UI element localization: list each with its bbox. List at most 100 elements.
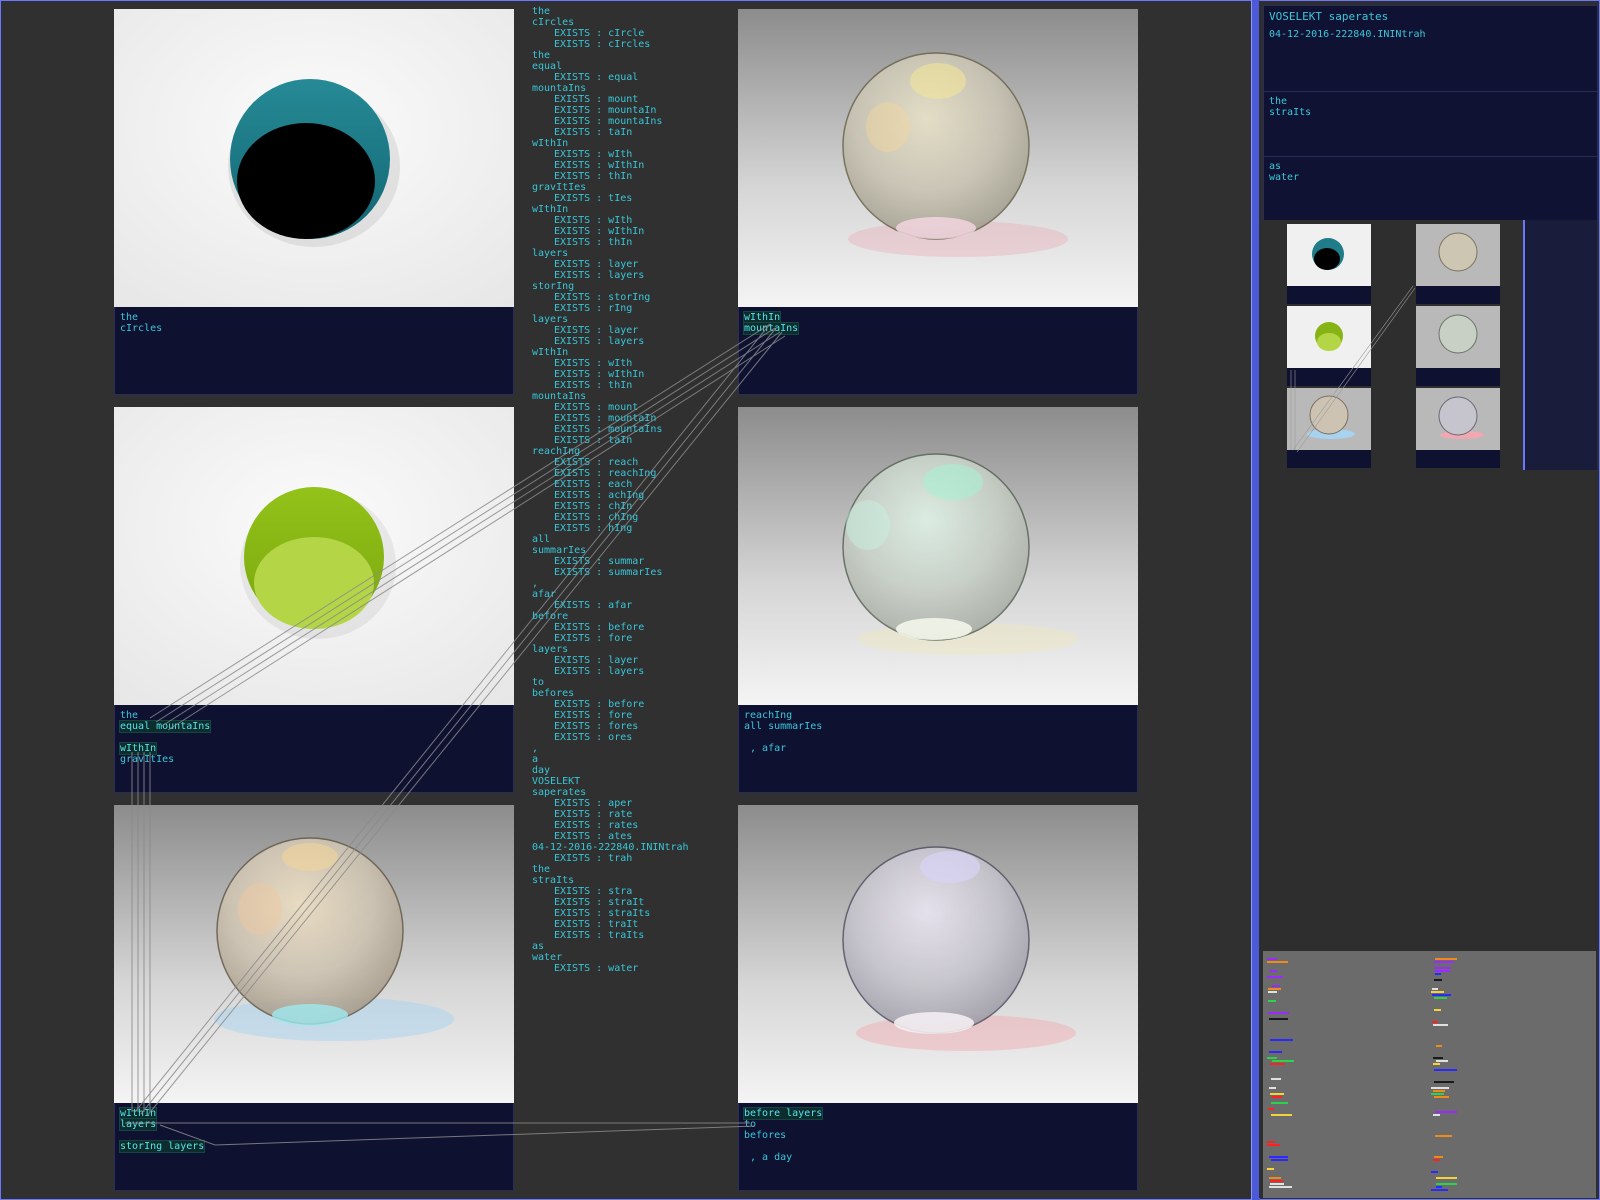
- caption-line: the: [120, 710, 139, 721]
- exists-entry: EXISTS : trah: [554, 853, 633, 864]
- caption-line: gravItIes: [120, 754, 175, 765]
- image-tile-6[interactable]: before layers to befores , a day: [738, 805, 1138, 1191]
- exists-entry: EXISTS : hIng: [554, 523, 633, 534]
- layer-stripe: [1269, 1051, 1282, 1053]
- layer-stripe: [1433, 1159, 1440, 1161]
- exists-entry: EXISTS : taIn: [554, 435, 633, 446]
- word-entry: mountaIns: [532, 391, 587, 402]
- info-line: straIts: [1269, 107, 1312, 118]
- word-entry: straIts: [532, 875, 575, 886]
- exists-entry: EXISTS : traIts: [554, 930, 645, 941]
- layer-stripe: [1436, 1183, 1457, 1185]
- image-tile-3[interactable]: the equal mountaIns wIthIn gravItIes: [114, 407, 514, 793]
- image-tile-4[interactable]: reachIng all summarIes , afar: [738, 407, 1138, 793]
- info-header-box: VOSELEKT saperates 04-12-2016-222840.INI…: [1263, 5, 1598, 92]
- word-entry: the: [532, 864, 551, 875]
- word-entry: storIng: [532, 281, 575, 292]
- layer-stripe: [1431, 1093, 1444, 1095]
- caption-line: wIthIn: [118, 1107, 158, 1120]
- info-title: VOSELEKT saperates: [1269, 10, 1389, 23]
- caption-line: before layers: [742, 1107, 824, 1120]
- exists-entry: EXISTS : wIthIn: [554, 369, 645, 380]
- exists-entry: EXISTS : equal: [554, 72, 639, 83]
- layer-stripe: [1433, 1063, 1440, 1065]
- layer-stripe: [1435, 1111, 1457, 1113]
- word-entry: equal: [532, 61, 563, 72]
- layer-stripe: [1269, 1087, 1276, 1089]
- exists-entry: EXISTS : reach: [554, 457, 639, 468]
- exists-entry: EXISTS : straIts: [554, 908, 651, 919]
- layer-stripe: [1434, 967, 1451, 969]
- word-entry: day: [532, 765, 551, 776]
- tile-caption: wIthIn layers storIng layers: [114, 1103, 514, 1191]
- tile-caption: before layers to befores , a day: [738, 1103, 1138, 1191]
- layer-stripe: [1434, 1081, 1454, 1083]
- image-tile-2[interactable]: wIthIn mountaIns: [738, 9, 1138, 395]
- layer-stripe: [1267, 961, 1288, 963]
- layer-stripe: [1271, 1159, 1288, 1161]
- caption-line: reachIng: [744, 710, 793, 721]
- word-entry: saperates: [532, 787, 587, 798]
- layer-stripe: [1434, 1069, 1457, 1071]
- caption-line: to: [744, 1119, 757, 1130]
- info-block-2: the straIts: [1263, 91, 1598, 157]
- layer-stripe: [1433, 1057, 1443, 1059]
- layer-stripe: [1267, 976, 1283, 978]
- word-entry: VOSELEKT: [532, 776, 581, 787]
- caption-line: layers: [118, 1118, 158, 1131]
- exists-entry: EXISTS : wIthIn: [554, 160, 645, 171]
- layer-stripe: [1433, 1090, 1445, 1092]
- layer-stripe: [1267, 958, 1277, 960]
- exists-entry: EXISTS : mountaIns: [554, 424, 663, 435]
- layer-stripe: [1434, 1156, 1443, 1158]
- word-entry: 04-12-2016-222840.ININtrah: [532, 842, 689, 853]
- layer-stripe: [1432, 1021, 1438, 1023]
- exists-entry: EXISTS : fores: [554, 721, 639, 732]
- word-entry: cIrcles: [532, 17, 575, 28]
- exists-entry: EXISTS : afar: [554, 600, 633, 611]
- image-tile-5[interactable]: wIthIn layers storIng layers: [114, 805, 514, 1191]
- layer-stripe: [1272, 1096, 1282, 1098]
- info-block-3: as water: [1263, 156, 1598, 222]
- exists-entry: EXISTS : water: [554, 963, 639, 974]
- glass-sphere-image: [114, 805, 514, 1103]
- layer-stripe: [1434, 1009, 1441, 1011]
- word-entry: ,: [532, 743, 539, 754]
- tile-caption: the equal mountaIns wIthIn gravItIes: [114, 705, 514, 793]
- tile-caption: reachIng all summarIes , afar: [738, 705, 1138, 793]
- exists-entry: EXISTS : thIn: [554, 380, 633, 391]
- info-filename: 04-12-2016-222840.ININtrah: [1269, 29, 1426, 40]
- layer-stripe: [1267, 1057, 1277, 1059]
- layer-stripe: [1267, 1168, 1274, 1170]
- layer-stripe: [1435, 1135, 1452, 1137]
- exists-entry: EXISTS : rate: [554, 809, 633, 820]
- layer-stripe: [1268, 991, 1277, 993]
- word-entry: summarIes: [532, 545, 587, 556]
- exists-entry: EXISTS : aper: [554, 798, 633, 809]
- layer-stripe: [1431, 1171, 1438, 1173]
- layer-stripe: [1269, 1186, 1292, 1188]
- caption-line: mountaIns: [742, 322, 800, 335]
- exists-entry: EXISTS : rIng: [554, 303, 633, 314]
- exists-entry: EXISTS : layers: [554, 666, 645, 677]
- layer-stripe: [1269, 1018, 1288, 1020]
- layer-stripe: [1432, 988, 1438, 990]
- layer-stripe: [1268, 1000, 1276, 1002]
- word-entry: before: [532, 611, 569, 622]
- tile-caption: wIthIn mountaIns: [738, 307, 1138, 395]
- layer-stripe: [1267, 1144, 1280, 1146]
- exists-entry: EXISTS : taIn: [554, 127, 633, 138]
- exists-entry: EXISTS : tIes: [554, 193, 633, 204]
- exists-entry: EXISTS : traIt: [554, 919, 639, 930]
- layer-stripe: [1272, 1060, 1294, 1062]
- layer-stripe: [1431, 991, 1444, 993]
- exists-entry: EXISTS : wIth: [554, 358, 633, 369]
- layer-stripe: [1431, 1087, 1449, 1089]
- exists-entry: EXISTS : layer: [554, 259, 639, 270]
- image-tile-1[interactable]: the cIrcles: [114, 9, 514, 395]
- layer-stripe: [1271, 1114, 1292, 1116]
- word-entry: the: [532, 50, 551, 61]
- layer-stripe: [1435, 973, 1441, 975]
- exists-entry: EXISTS : mountaIn: [554, 105, 657, 116]
- exists-entry: EXISTS : each: [554, 479, 633, 490]
